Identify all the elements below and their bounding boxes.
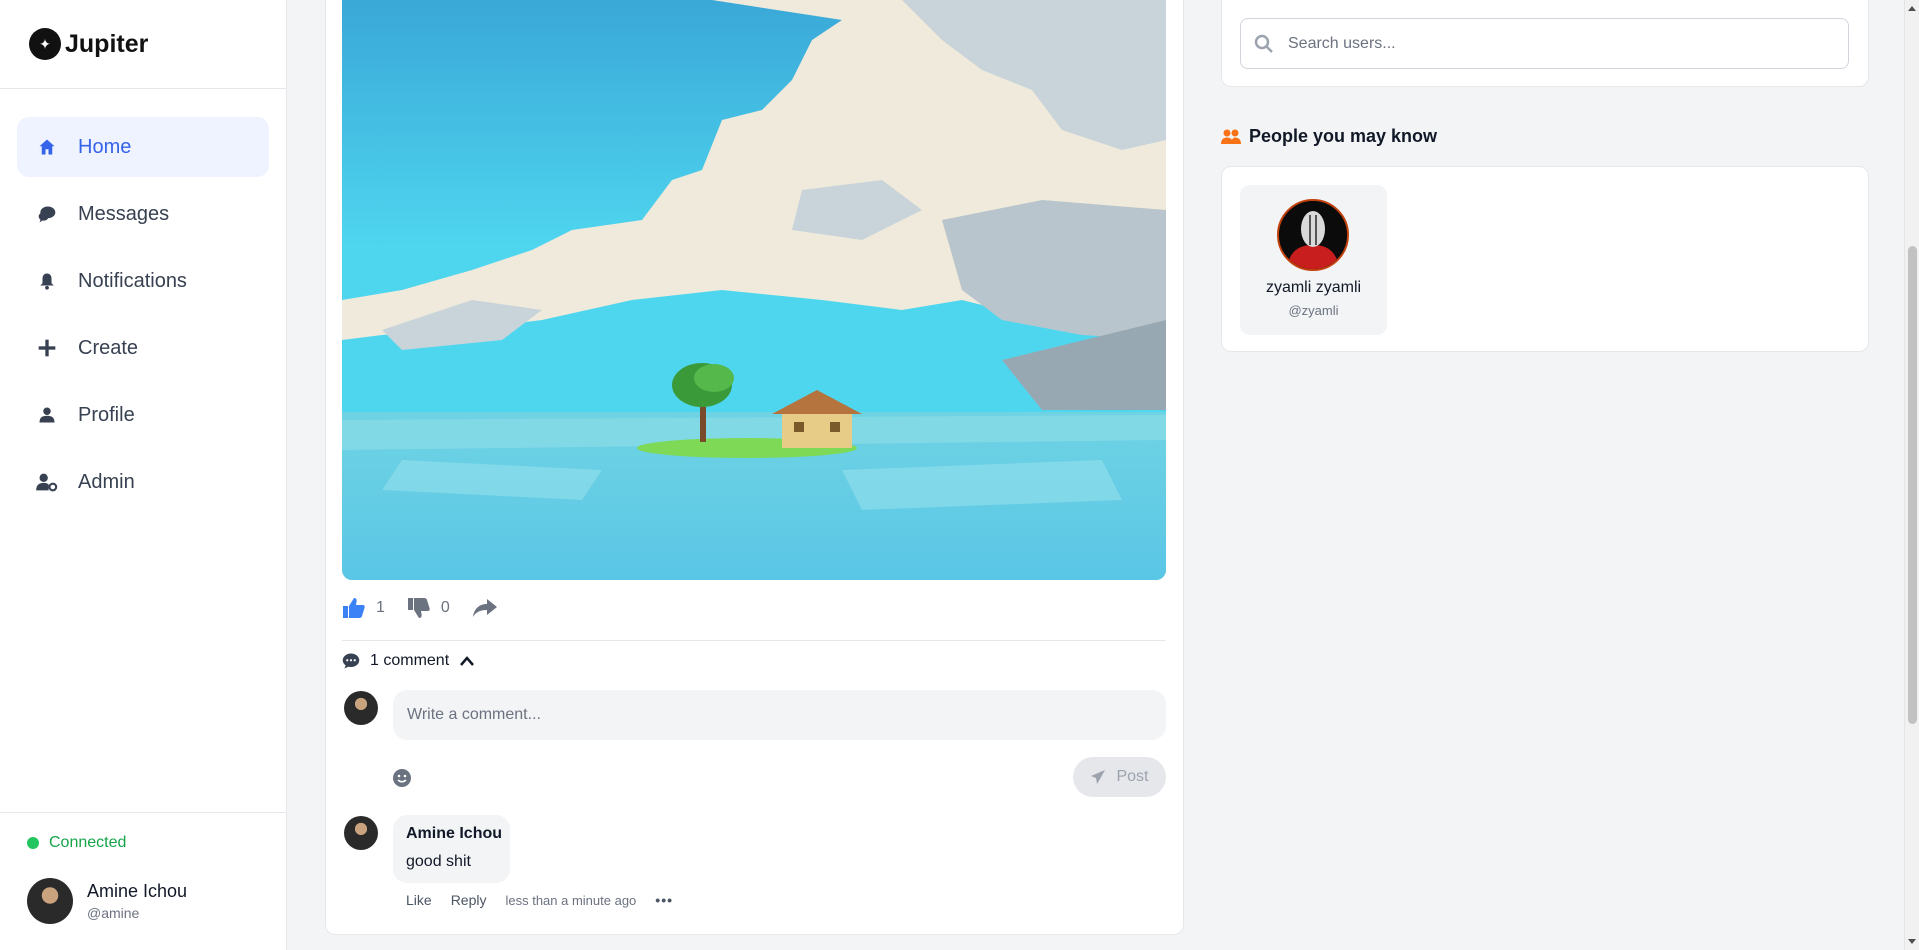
sidebar-item-admin[interactable]: Admin [17, 452, 269, 512]
like-count: 1 [376, 599, 385, 616]
sidebar-item-label: Messages [78, 202, 170, 225]
comment-reply-button[interactable]: Reply [451, 892, 487, 908]
comment-count: 1 comment [370, 652, 450, 669]
current-user-handle: @amine [87, 905, 140, 921]
plus-icon [36, 337, 58, 359]
comment-author[interactable]: Amine Ichou [406, 825, 510, 843]
current-user-name: Amine Ichou [87, 881, 188, 901]
connection-status: Connected [0, 813, 286, 852]
scroll-down-icon[interactable] [1908, 939, 1916, 944]
sidebar-item-profile[interactable]: Profile [17, 385, 269, 445]
comment-text: good shit [406, 853, 471, 870]
comment-actions: Like Reply less than a minute ago ••• [406, 892, 692, 908]
post-image[interactable] [342, 0, 1166, 580]
share-icon [472, 599, 497, 617]
scroll-up-icon[interactable] [1908, 6, 1916, 11]
sidebar-footer: Connected Amine Ichou @amine [0, 812, 286, 950]
thumbs-down-icon [407, 598, 430, 618]
search-input[interactable] [1288, 34, 1828, 53]
like-button[interactable]: 1 [342, 596, 385, 620]
sidebar-item-home[interactable]: Home [17, 117, 269, 177]
sidebar-item-notifications[interactable]: Notifications [17, 251, 269, 311]
connection-status-label: Connected [49, 834, 127, 851]
divider [342, 640, 1166, 641]
page-scrollbar[interactable] [1904, 0, 1919, 950]
user-cog-icon [36, 471, 58, 493]
search-icon [1254, 34, 1273, 53]
comment-like-button[interactable]: Like [406, 892, 432, 908]
user-icon [36, 404, 58, 426]
brand[interactable]: ✦ Jupiter [0, 0, 286, 89]
sidebar-item-messages[interactable]: Messages [17, 184, 269, 244]
thumbs-up-icon [343, 598, 365, 618]
post-comment-button[interactable]: Post [1073, 757, 1166, 797]
chat-icon [36, 203, 58, 225]
scroll-thumb[interactable] [1908, 246, 1917, 724]
status-dot-icon [27, 837, 39, 849]
suggested-user-name: zyamli zyamli [1265, 279, 1362, 296]
suggested-user-card[interactable]: zyamli zyamli @zyamli [1240, 185, 1387, 335]
bell-icon [36, 270, 58, 292]
comment-input[interactable] [393, 690, 1166, 740]
sidebar-item-label: Create [78, 336, 139, 359]
sidebar-item-label: Notifications [78, 269, 187, 292]
chevron-up-icon [460, 656, 475, 666]
comments-toggle[interactable]: 1 comment [342, 652, 485, 670]
send-icon [1091, 770, 1106, 784]
sidebar: ✦ Jupiter Home Messages Notifications Cr… [0, 0, 287, 950]
sidebar-nav: Home Messages Notifications Create Profi… [0, 89, 286, 512]
sidebar-item-label: Profile [78, 403, 135, 426]
share-button[interactable] [472, 597, 508, 619]
people-you-may-know-title: People you may know [1221, 126, 1437, 147]
comment-bubble: Amine Ichou good shit [393, 815, 510, 883]
avatar [344, 816, 378, 850]
dislike-button[interactable]: 0 [407, 596, 450, 620]
jupiter-logo-icon: ✦ [29, 28, 61, 60]
comment-timestamp: less than a minute ago [505, 892, 637, 908]
user-search[interactable] [1240, 18, 1849, 69]
pymk-title-label: People you may know [1249, 126, 1438, 146]
suggested-user-handle: @zyamli [1288, 303, 1339, 318]
sidebar-item-label: Admin [78, 470, 135, 493]
comment-icon [342, 653, 360, 669]
sidebar-item-label: Home [78, 135, 132, 158]
sidebar-item-create[interactable]: Create [17, 318, 269, 378]
brand-name: Jupiter [65, 29, 149, 58]
current-user[interactable]: Amine Ichou @amine [0, 852, 286, 924]
more-options-icon[interactable]: ••• [655, 892, 673, 908]
post-button-label: Post [1116, 768, 1149, 785]
emoji-icon[interactable] [392, 768, 412, 788]
dislike-count: 0 [440, 599, 450, 616]
users-icon [1221, 129, 1241, 144]
post-reactions: 1 0 [342, 596, 530, 620]
home-icon [36, 136, 58, 158]
avatar [27, 878, 73, 924]
avatar [344, 691, 378, 725]
avatar [1277, 199, 1349, 271]
